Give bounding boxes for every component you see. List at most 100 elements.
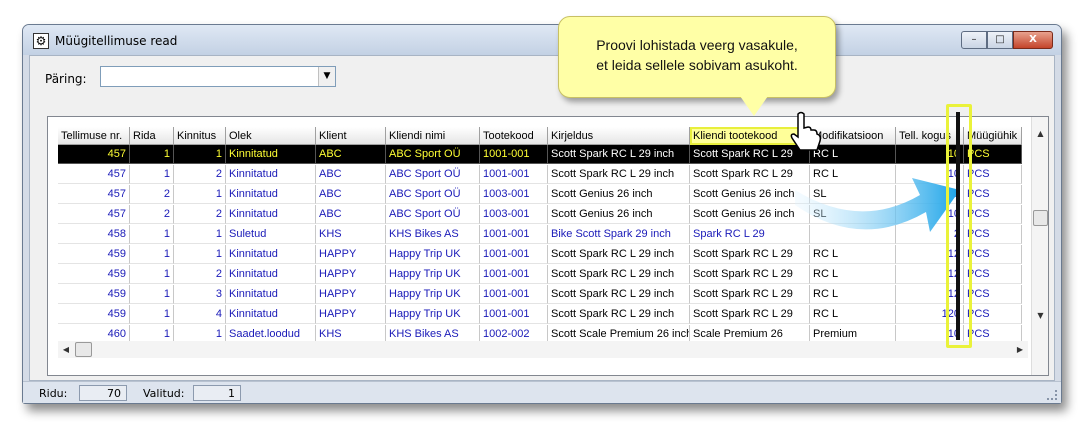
selected-count-value: 1 bbox=[193, 385, 241, 401]
table-cell: Scott Spark RC L 29 bbox=[690, 305, 810, 324]
table-cell: ABC bbox=[316, 205, 386, 224]
column-drop-indicator bbox=[956, 112, 960, 340]
table-cell: 1001-001 bbox=[480, 225, 548, 244]
table-cell: Suletud bbox=[226, 225, 316, 244]
table-cell: 1 bbox=[130, 165, 174, 184]
table-cell: RC L bbox=[810, 285, 896, 304]
table-cell: PCS bbox=[964, 225, 1022, 244]
table-cell: 459 bbox=[58, 265, 130, 284]
scroll-left-icon[interactable]: ◀ bbox=[58, 341, 74, 358]
table-cell: Scott Spark RC L 29 inch bbox=[548, 265, 690, 284]
chevron-down-icon[interactable]: ▼ bbox=[318, 67, 335, 86]
table-cell: 1001-001 bbox=[480, 265, 548, 284]
table-cell: 1 bbox=[130, 305, 174, 324]
table-cell: KHS bbox=[316, 225, 386, 244]
table-cell: Kinnitatud bbox=[226, 165, 316, 184]
table-cell: KHS Bikes AS bbox=[386, 225, 480, 244]
table-cell: 1001-001 bbox=[480, 305, 548, 324]
table-cell: HAPPY bbox=[316, 245, 386, 264]
column-header-7[interactable]: Kirjeldus bbox=[548, 127, 690, 145]
table-cell: 459 bbox=[58, 245, 130, 264]
table-cell: Bike Scott Spark 29 inch bbox=[548, 225, 690, 244]
table-cell: 1 bbox=[174, 185, 226, 204]
table-cell: PCS bbox=[964, 205, 1022, 224]
hand-cursor-icon bbox=[790, 111, 822, 151]
table-cell: 457 bbox=[58, 165, 130, 184]
scroll-down-icon[interactable]: ▼ bbox=[1032, 307, 1048, 324]
table-cell: 1001-001 bbox=[480, 245, 548, 264]
tip-line-1: Proovi lohistada veerg vasakule, bbox=[596, 37, 798, 53]
table-cell: 457 bbox=[58, 145, 130, 164]
table-row[interactable]: 459 1 2 Kinnitatud HAPPY Happy Trip UK 1001-00… bbox=[58, 265, 1022, 284]
table-cell: 459 bbox=[58, 285, 130, 304]
scroll-right-icon[interactable]: ▶ bbox=[1012, 341, 1028, 358]
table-cell: ABC Sport OÜ bbox=[386, 205, 480, 224]
column-header-5[interactable]: Kliendi nimi bbox=[386, 127, 480, 145]
vertical-scroll-thumb[interactable] bbox=[1033, 210, 1048, 226]
rows-count-label: Ridu: bbox=[39, 387, 68, 400]
table-cell: 1 bbox=[174, 145, 226, 164]
title-bar[interactable]: ⚙ Müügitellimuse read – □ X bbox=[23, 25, 1061, 55]
table-row[interactable]: 459 1 4 Kinnitatud HAPPY Happy Trip UK 1001-00… bbox=[58, 305, 1022, 324]
table-cell: 1 bbox=[174, 245, 226, 264]
table-cell: 1001-001 bbox=[480, 145, 548, 164]
table-cell: Scott Spark RC L 29 inch bbox=[548, 245, 690, 264]
tip-callout-pointer bbox=[740, 96, 768, 116]
table-cell: 2 bbox=[130, 185, 174, 204]
column-header-2[interactable]: Kinnitus bbox=[174, 127, 226, 145]
vertical-scrollbar[interactable]: ▲ ▼ bbox=[1031, 117, 1048, 375]
table-cell: 1003-001 bbox=[480, 185, 548, 204]
close-button[interactable]: X bbox=[1013, 31, 1053, 49]
table-cell: 2 bbox=[174, 265, 226, 284]
table-cell: Scott Genius 26 inch bbox=[548, 185, 690, 204]
minimize-button[interactable]: – bbox=[961, 31, 987, 49]
column-header-9[interactable]: Modifikatsioon bbox=[810, 127, 896, 145]
column-header-3[interactable]: Olek bbox=[226, 127, 316, 145]
table-cell: 1001-001 bbox=[480, 285, 548, 304]
table-cell: ABC Sport OÜ bbox=[386, 145, 480, 164]
maximize-button[interactable]: □ bbox=[987, 31, 1013, 49]
scroll-up-icon[interactable]: ▲ bbox=[1032, 125, 1048, 142]
grid-header: Tellimuse nr. Rida Kinnitus Olek Klient Klien… bbox=[58, 127, 1022, 145]
table-cell: Scott Spark RC L 29 inch bbox=[548, 285, 690, 304]
table-cell: 1 bbox=[130, 145, 174, 164]
table-cell: Happy Trip UK bbox=[386, 285, 480, 304]
table-cell: 3 bbox=[174, 285, 226, 304]
column-header-1[interactable]: Rida bbox=[130, 127, 174, 145]
table-cell: Kinnitatud bbox=[226, 205, 316, 224]
table-cell: Kinnitatud bbox=[226, 245, 316, 264]
table-cell: 2 bbox=[174, 205, 226, 224]
resize-grip-icon[interactable] bbox=[1047, 390, 1057, 400]
table-cell: 1 bbox=[130, 245, 174, 264]
app-gear-icon: ⚙ bbox=[33, 33, 49, 49]
horizontal-scroll-thumb[interactable] bbox=[75, 342, 92, 357]
table-cell: Scott Spark RC L 29 inch bbox=[548, 145, 690, 164]
query-select[interactable]: ▼ bbox=[100, 66, 336, 87]
table-cell: Kinnitatud bbox=[226, 145, 316, 164]
table-cell: Scott Spark RC L 29 inch bbox=[548, 165, 690, 184]
column-header-11[interactable]: Müügiühik bbox=[964, 127, 1022, 145]
table-cell: 4 bbox=[174, 305, 226, 324]
table-cell: 1 bbox=[130, 285, 174, 304]
status-bar: Ridu: 70 Valitud: 1 bbox=[23, 381, 1061, 403]
table-cell: 1 bbox=[130, 265, 174, 284]
table-cell: RC L bbox=[810, 265, 896, 284]
table-cell: Happy Trip UK bbox=[386, 305, 480, 324]
table-cell: RC L bbox=[810, 305, 896, 324]
table-cell: Happy Trip UK bbox=[386, 265, 480, 284]
table-cell: ABC bbox=[316, 185, 386, 204]
column-header-6[interactable]: Tootekood bbox=[480, 127, 548, 145]
column-header-0[interactable]: Tellimuse nr. bbox=[58, 127, 130, 145]
column-header-4[interactable]: Klient bbox=[316, 127, 386, 145]
table-cell: Kinnitatud bbox=[226, 185, 316, 204]
table-cell: PCS bbox=[964, 185, 1022, 204]
table-cell: HAPPY bbox=[316, 285, 386, 304]
table-cell: 1 bbox=[174, 225, 226, 244]
tip-callout: Proovi lohistada veerg vasakule, et leid… bbox=[558, 16, 836, 98]
table-cell: PCS bbox=[964, 305, 1022, 324]
table-cell: HAPPY bbox=[316, 305, 386, 324]
table-cell: PCS bbox=[964, 145, 1022, 164]
table-row[interactable]: 459 1 3 Kinnitatud HAPPY Happy Trip UK 1001-00… bbox=[58, 285, 1022, 304]
table-cell: Kinnitatud bbox=[226, 265, 316, 284]
horizontal-scrollbar[interactable]: ◀ ▶ bbox=[58, 341, 1028, 358]
